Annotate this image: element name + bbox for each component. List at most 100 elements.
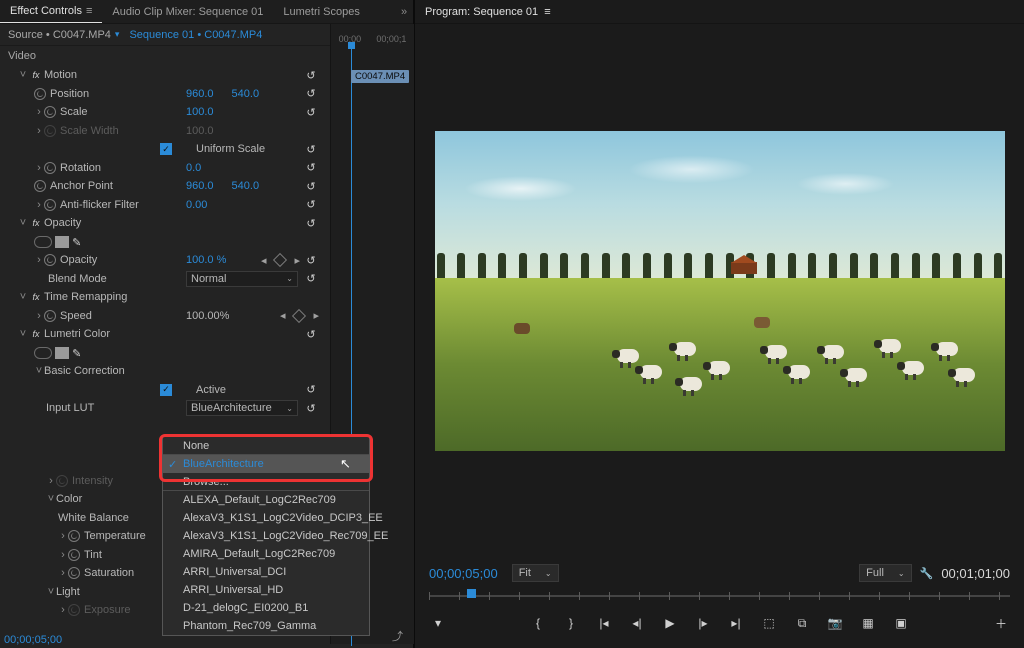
lut-option[interactable]: ARRI_Universal_DCI [163, 563, 369, 581]
stopwatch-icon[interactable] [44, 106, 56, 118]
reset-icon[interactable]: ↺ [303, 198, 319, 212]
active-checkbox[interactable] [160, 384, 172, 396]
speed-value[interactable]: 100.00% [186, 310, 229, 322]
rect-mask-icon[interactable] [55, 236, 69, 248]
keyframe-icon[interactable] [292, 309, 306, 323]
effect-opacity[interactable]: ˅fx Opacity ↺ [0, 214, 413, 233]
sequence-name[interactable]: Sequence 01 • C0047.MP4 [129, 29, 262, 41]
tab-audio-mixer[interactable]: Audio Clip Mixer: Sequence 01 [102, 0, 273, 23]
fx-badge-icon[interactable]: fx [28, 327, 44, 341]
prop-rotation[interactable]: › Rotation 0.0 ↺ [0, 159, 413, 178]
prop-anchor-point[interactable]: Anchor Point 960.0540.0 ↺ [0, 177, 413, 196]
reset-icon[interactable]: ↺ [303, 87, 319, 101]
pen-mask-icon[interactable]: ✎ [72, 236, 84, 248]
uniform-scale-checkbox[interactable] [160, 143, 172, 155]
input-lut-menu[interactable]: None BlueArchitecture Browse... ALEXA_De… [162, 436, 370, 636]
stopwatch-icon[interactable] [44, 254, 56, 266]
panel-timecode[interactable]: 00;00;05;00 [4, 634, 62, 646]
lut-option[interactable]: AlexaV3_K1S1_LogC2Video_DCIP3_EE [163, 509, 369, 527]
prop-antiflicker[interactable]: › Anti-flicker Filter 0.00 ↺ [0, 196, 413, 215]
reset-icon[interactable]: ↺ [303, 383, 319, 397]
panel-menu-icon[interactable]: ≡ [86, 5, 92, 17]
program-monitor-viewport[interactable] [415, 24, 1024, 558]
anchor-x[interactable]: 960.0 [186, 180, 214, 192]
stopwatch-icon[interactable] [68, 549, 80, 561]
lut-option-browse[interactable]: Browse... [163, 473, 369, 491]
tab-program[interactable]: Program: Sequence 01 ≡ [425, 6, 551, 18]
go-to-out-button[interactable]: ▸| [727, 614, 745, 632]
go-to-in-button[interactable]: |◂ [595, 614, 613, 632]
section-basic-correction[interactable]: ˅Basic Correction [0, 362, 413, 381]
ellipse-mask-icon[interactable] [34, 347, 52, 359]
reset-icon[interactable]: ↺ [303, 105, 319, 119]
fx-badge-icon[interactable]: fx [28, 68, 44, 82]
comparison-view-button[interactable]: ▦ [859, 614, 877, 632]
position-y[interactable]: 540.0 [232, 88, 260, 100]
prop-active[interactable]: Active ↺ [0, 381, 413, 400]
step-forward-button[interactable]: |▸ [694, 614, 712, 632]
resolution-dropdown[interactable]: Full⌄ [859, 564, 911, 582]
safe-margins-button[interactable]: ▣ [892, 614, 910, 632]
program-scrub-bar[interactable] [429, 584, 1010, 608]
antiflicker-value[interactable]: 0.00 [186, 199, 207, 211]
button-editor[interactable]: ＋ [992, 614, 1010, 632]
scale-value[interactable]: 100.0 [186, 106, 214, 118]
prop-uniform-scale[interactable]: Uniform Scale ↺ [0, 140, 413, 159]
stopwatch-icon[interactable] [44, 162, 56, 174]
lut-option[interactable]: ARRI_Universal_HD [163, 581, 369, 599]
tab-effect-controls[interactable]: Effect Controls≡ [0, 0, 102, 23]
tab-lumetri-scopes[interactable]: Lumetri Scopes [273, 0, 369, 23]
prop-scale[interactable]: › Scale 100.0 ↺ [0, 103, 413, 122]
lut-option[interactable]: AlexaV3_K1S1_LogC2Video_Rec709_EE [163, 527, 369, 545]
lut-option-none[interactable]: None [163, 437, 369, 455]
stopwatch-icon[interactable] [68, 604, 80, 616]
reset-icon[interactable]: ↺ [303, 216, 319, 230]
stopwatch-icon[interactable] [44, 310, 56, 322]
stopwatch-icon[interactable] [68, 567, 80, 579]
anchor-y[interactable]: 540.0 [232, 180, 260, 192]
reset-icon[interactable]: ↺ [303, 179, 319, 193]
keyframe-icon[interactable] [273, 253, 287, 267]
export-frame-button[interactable]: 📷 [826, 614, 844, 632]
reset-icon[interactable]: ↺ [303, 253, 319, 267]
stopwatch-icon[interactable] [68, 530, 80, 542]
step-back-button[interactable]: ◂| [628, 614, 646, 632]
prop-opacity-value[interactable]: › Opacity 100.0 % ◂▸↺ [0, 251, 413, 270]
scrub-playhead[interactable] [467, 589, 476, 598]
blend-mode-dropdown[interactable]: Normal⌄ [186, 271, 298, 287]
ellipse-mask-icon[interactable] [34, 236, 52, 248]
lut-option[interactable]: AMIRA_Default_LogC2Rec709 [163, 545, 369, 563]
reset-icon[interactable]: ↺ [303, 401, 319, 415]
rotation-value[interactable]: 0.0 [186, 162, 201, 174]
fx-badge-icon[interactable]: fx [28, 290, 44, 304]
mark-out-button[interactable]: } [562, 614, 580, 632]
play-button[interactable]: ▶ [661, 614, 679, 632]
effect-motion[interactable]: ˅fx Motion ↺ [0, 66, 413, 85]
lift-button[interactable]: ⬚ [760, 614, 778, 632]
extract-button[interactable]: ⧉ [793, 614, 811, 632]
reset-icon[interactable]: ↺ [303, 327, 319, 341]
mark-in-button[interactable]: { [529, 614, 547, 632]
export-icon[interactable]: ⤴ [392, 628, 403, 644]
reset-icon[interactable]: ↺ [303, 68, 319, 82]
fx-badge-icon[interactable]: fx [28, 216, 44, 230]
reset-icon[interactable]: ↺ [303, 142, 319, 156]
reset-icon[interactable]: ↺ [303, 272, 319, 286]
effect-time-remapping[interactable]: ˅fx Time Remapping [0, 288, 413, 307]
prop-input-lut[interactable]: Input LUT BlueArchitecture⌄ ↺ [0, 399, 413, 418]
lut-option[interactable]: ALEXA_Default_LogC2Rec709 [163, 491, 369, 509]
stopwatch-icon[interactable] [44, 199, 56, 211]
zoom-fit-dropdown[interactable]: Fit⌄ [512, 564, 559, 582]
reset-icon[interactable]: ↺ [303, 161, 319, 175]
settings-icon[interactable]: 🔧 [920, 567, 934, 580]
stopwatch-icon[interactable] [56, 475, 68, 487]
panel-overflow-icon[interactable]: » [395, 6, 413, 18]
current-timecode[interactable]: 00;00;05;00 [429, 566, 498, 581]
prop-speed[interactable]: › Speed 100.00% ◂▸ [0, 307, 413, 326]
effect-lumetri-color[interactable]: ˅fx Lumetri Color ↺ [0, 325, 413, 344]
lut-option[interactable]: D-21_delogC_EI0200_B1 [163, 599, 369, 617]
prop-blend-mode[interactable]: Blend Mode Normal⌄ ↺ [0, 270, 413, 289]
opacity-value[interactable]: 100.0 % [186, 254, 226, 266]
stopwatch-icon[interactable] [34, 180, 46, 192]
rect-mask-icon[interactable] [55, 347, 69, 359]
